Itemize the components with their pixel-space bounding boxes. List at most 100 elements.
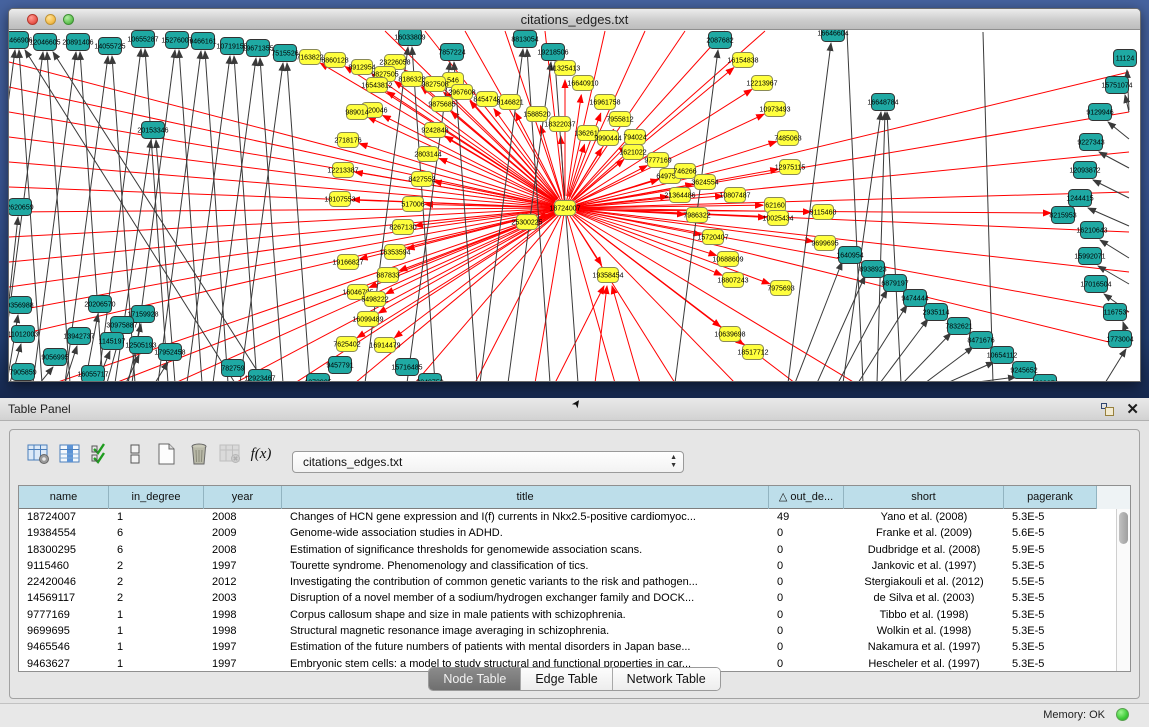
- graph-node[interactable]: 5498222: [361, 292, 388, 307]
- graph-node[interactable]: 12213967: [746, 76, 777, 91]
- graph-node[interactable]: 1640954: [836, 247, 863, 264]
- graph-node[interactable]: 2967608: [448, 85, 475, 100]
- graph-node[interactable]: 8813054: [511, 31, 538, 48]
- show-columns-button[interactable]: [56, 440, 86, 468]
- graph-node[interactable]: 12505193: [125, 337, 156, 354]
- graph-node[interactable]: 7625402: [333, 337, 360, 352]
- column-header-2[interactable]: year: [204, 486, 282, 509]
- graph-node[interactable]: 7986322: [683, 208, 710, 223]
- float-panel-icon[interactable]: [1100, 402, 1115, 417]
- graph-node[interactable]: 2935114: [923, 304, 950, 321]
- delete-table-disabled-button[interactable]: [216, 440, 246, 468]
- graph-node[interactable]: 1588520: [523, 107, 550, 122]
- graph-node[interactable]: 12046605: [29, 34, 60, 51]
- network-view-canvas[interactable]: 1872400719466906120466052089140614055725…: [9, 30, 1140, 382]
- graph-node[interactable]: 12213387: [327, 163, 358, 178]
- graph-node[interactable]: 16154838: [727, 53, 758, 68]
- graph-node[interactable]: 15276007: [161, 32, 192, 49]
- graph-node[interactable]: 1773004: [1106, 331, 1133, 348]
- graph-node[interactable]: 15751074: [1101, 77, 1132, 94]
- graph-node[interactable]: 9115460: [810, 205, 837, 220]
- column-header-0[interactable]: name: [19, 486, 109, 509]
- graph-node[interactable]: 19671355: [242, 40, 273, 57]
- graph-node[interactable]: 9048752: [416, 374, 443, 383]
- tab-network-table[interactable]: Network Table: [613, 668, 720, 690]
- tab-edge-table[interactable]: Edge Table: [521, 668, 612, 690]
- graph-node[interactable]: 746266: [673, 164, 696, 179]
- graph-node[interactable]: 887833: [376, 268, 399, 283]
- graph-node[interactable]: 7485063: [774, 131, 801, 146]
- graph-node[interactable]: 9474444: [901, 290, 928, 307]
- table-row[interactable]: 977716911998Corpus callosum shape and si…: [19, 607, 1130, 623]
- graph-node[interactable]: 9356988: [9, 297, 34, 314]
- graph-node[interactable]: 794024: [623, 130, 646, 145]
- table-row[interactable]: 911546021997Tourette syndrome. Phenomeno…: [19, 558, 1130, 574]
- graph-node[interactable]: 8471676: [967, 332, 994, 349]
- graph-node[interactable]: 16055717: [77, 366, 108, 383]
- graph-node[interactable]: 16033809: [394, 30, 425, 46]
- graph-node[interactable]: 11325413: [550, 61, 581, 76]
- graph-node[interactable]: 2803144: [414, 147, 441, 162]
- graph-node[interactable]: 8938923: [859, 261, 886, 278]
- select-all-button[interactable]: [88, 440, 118, 468]
- graph-node[interactable]: 30975887: [106, 317, 137, 334]
- graph-node[interactable]: 20153346: [137, 122, 168, 139]
- graph-node[interactable]: 517006: [401, 197, 424, 212]
- graph-node[interactable]: 16646604: [817, 30, 848, 42]
- graph-node[interactable]: 2620659: [9, 199, 34, 216]
- column-header-6[interactable]: pagerank: [1004, 486, 1097, 509]
- graph-node[interactable]: 10655287: [127, 31, 158, 48]
- window-titlebar[interactable]: citations_edges.txt: [9, 9, 1140, 30]
- column-header-5[interactable]: short: [844, 486, 1004, 509]
- new-table-button[interactable]: [152, 440, 182, 468]
- graph-node[interactable]: 7832621: [945, 318, 972, 335]
- graph-node[interactable]: 16914479: [369, 338, 400, 353]
- graph-node[interactable]: 12093872: [1069, 162, 1100, 179]
- graph-node[interactable]: 7857224: [438, 44, 465, 61]
- graph-node[interactable]: 1145197: [99, 333, 126, 350]
- graph-node[interactable]: 9699695: [811, 236, 838, 251]
- graph-node[interactable]: 9466161: [189, 33, 216, 50]
- table-row[interactable]: 969969511998Structural magnetic resonanc…: [19, 623, 1130, 639]
- delete-table-button[interactable]: [184, 440, 214, 468]
- graph-node[interactable]: 19166827: [332, 255, 363, 270]
- graph-node[interactable]: 7905859: [9, 364, 36, 381]
- table-row[interactable]: 1830029562008Estimation of significance …: [19, 542, 1130, 558]
- graph-node[interactable]: 2087682: [706, 32, 733, 49]
- graph-node[interactable]: 9990444: [594, 131, 621, 146]
- vertical-scrollbar[interactable]: [1116, 509, 1130, 672]
- graph-node[interactable]: 7975693: [767, 281, 794, 296]
- table-selector-dropdown[interactable]: citations_edges.txt ▲▼: [292, 451, 684, 473]
- graph-node[interactable]: 15992071: [1074, 248, 1105, 265]
- clear-selection-button[interactable]: [120, 440, 150, 468]
- scrollbar-thumb[interactable]: [1119, 512, 1128, 544]
- graph-node[interactable]: 20891406: [62, 34, 93, 51]
- tab-node-table[interactable]: Node Table: [429, 668, 521, 690]
- graph-node[interactable]: 15716485: [391, 359, 422, 376]
- graph-node[interactable]: 8860128: [321, 53, 348, 68]
- graph-node[interactable]: 12923467: [244, 370, 275, 383]
- graph-node[interactable]: 1244415: [1066, 190, 1093, 207]
- graph-node[interactable]: 6879197: [881, 275, 908, 292]
- column-header-1[interactable]: in_degree: [109, 486, 204, 509]
- graph-node[interactable]: 1809871: [1031, 375, 1058, 383]
- table-row[interactable]: 1456911722003Disruption of a novel membe…: [19, 590, 1130, 606]
- table-row[interactable]: 2242004622012Investigating the contribut…: [19, 574, 1130, 590]
- graph-node[interactable]: 1621022: [619, 145, 646, 160]
- graph-node[interactable]: 9129946: [1086, 104, 1113, 121]
- graph-node[interactable]: 16210643: [1076, 222, 1107, 239]
- graph-node[interactable]: 9242848: [421, 123, 448, 138]
- close-panel-icon[interactable]: ✕: [1126, 400, 1139, 418]
- graph-node[interactable]: 9227343: [1077, 134, 1104, 151]
- graph-node[interactable]: 782759: [221, 360, 244, 377]
- table-row[interactable]: 1938455462009Genome-wide association stu…: [19, 525, 1130, 541]
- graph-node[interactable]: 18322037: [544, 117, 575, 132]
- graph-node[interactable]: 116753: [1104, 304, 1127, 321]
- graph-node[interactable]: 9827508: [421, 77, 448, 92]
- graph-node[interactable]: 1373905: [304, 374, 331, 383]
- graph-node[interactable]: 16961758: [589, 95, 620, 110]
- graph-node[interactable]: 10639698: [714, 327, 745, 342]
- graph-node[interactable]: 8267130: [389, 220, 416, 235]
- function-builder-button[interactable]: f(x): [248, 440, 274, 468]
- graph-node[interactable]: 7163822: [296, 50, 323, 65]
